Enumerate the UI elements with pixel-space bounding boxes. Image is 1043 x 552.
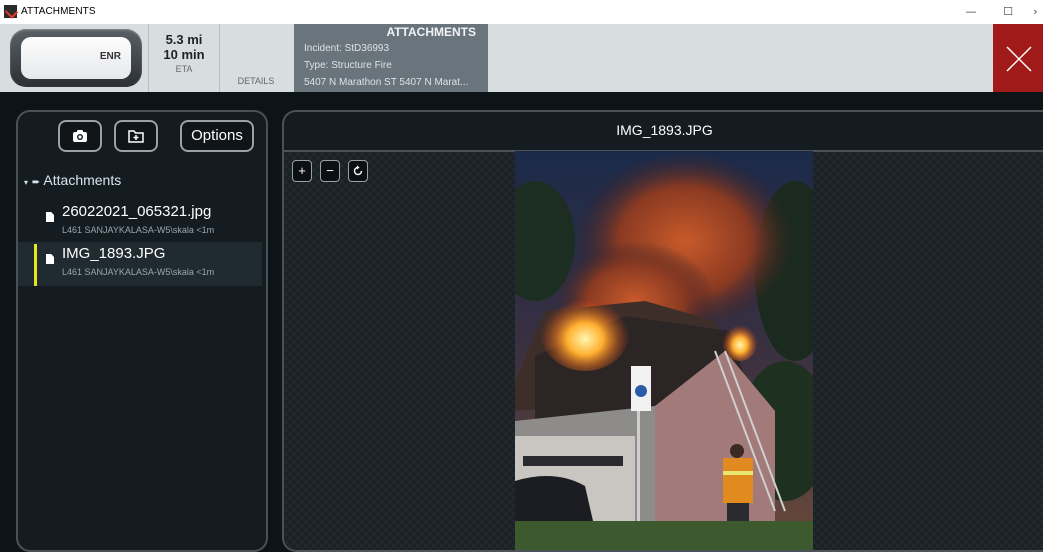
incident-number: Incident: StD36993 (304, 43, 390, 54)
attachment-name: 26022021_065321.jpg (62, 203, 212, 220)
attachment-item[interactable]: 26022021_065321.jpg L461 SANJAYKALASA-W5… (18, 200, 262, 244)
attachment-name: IMG_1893.JPG (62, 245, 166, 262)
attachment-meta: L461 SANJAYKALASA-W5\skala <1m (62, 267, 215, 277)
tree-root-attachments[interactable]: ▾ ➨ Attachments (24, 172, 121, 188)
incident-type: Type: Structure Fire (304, 60, 392, 71)
selection-indicator (34, 244, 37, 286)
attachment-photo (515, 151, 813, 550)
file-icon (46, 254, 54, 264)
maximize-button[interactable]: ☐ (998, 3, 1018, 21)
unit-header: ENR 5.3 mi 10 min ETA DETAILS ATTACHMENT… (0, 24, 1043, 92)
attachments-panel: Options ▾ ➨ Attachments 26022021_065321.… (16, 110, 268, 552)
zoom-out-button[interactable]: − (320, 160, 340, 182)
eta-label: ETA (175, 64, 193, 74)
rotate-icon (353, 165, 363, 176)
minimize-button[interactable]: — (961, 3, 981, 21)
options-button[interactable]: Options (180, 120, 254, 152)
divider (148, 24, 149, 92)
viewer-header: IMG_1893.JPG (284, 112, 1043, 152)
close-icon (1006, 46, 1032, 72)
attachment-meta: L461 SANJAYKALASA-W5\skala <1m (62, 225, 215, 235)
file-icon (46, 212, 54, 222)
expand-caret-icon: ▾ (24, 178, 29, 187)
viewer-filename: IMG_1893.JPG (616, 122, 713, 138)
rotate-button[interactable] (348, 160, 368, 182)
add-attachment-button[interactable] (114, 120, 158, 152)
unit-status-widget[interactable]: ENR (10, 29, 142, 87)
tree-root-label: Attachments (43, 172, 122, 188)
distance-value: 5.3 mi (165, 32, 203, 47)
close-button[interactable] (993, 24, 1043, 92)
eta-block: 5.3 mi 10 min ETA (150, 32, 218, 74)
divider (219, 24, 220, 92)
options-label: Options (191, 127, 243, 144)
folder-icon: ➨ (31, 177, 41, 188)
details-tab[interactable]: DETAILS (222, 76, 290, 86)
unit-status-label: ENR (99, 51, 121, 62)
incident-panel-title: ATTACHMENTS (386, 25, 476, 39)
image-viewer[interactable]: + − (284, 151, 1043, 550)
zoom-in-button[interactable]: + (292, 160, 312, 182)
app-icon (4, 5, 17, 18)
eta-value: 10 min (163, 47, 205, 62)
image-viewer-panel: IMG_1893.JPG + − (282, 110, 1043, 552)
camera-button[interactable] (58, 120, 102, 152)
add-attachment-icon (128, 130, 144, 143)
window-title: ATTACHMENTS (21, 6, 96, 17)
incident-summary[interactable]: ATTACHMENTS Incident: StD36993 Type: Str… (294, 24, 488, 92)
attachment-item-selected[interactable]: IMG_1893.JPG L461 SANJAYKALASA-W5\skala … (18, 242, 262, 286)
incident-address: 5407 N Marathon ST 5407 N Marat... (304, 77, 469, 88)
window-close-button[interactable]: › (1028, 3, 1043, 21)
unit-status-display: ENR (21, 37, 131, 79)
camera-icon (73, 130, 87, 142)
window-titlebar: ATTACHMENTS — ☐ › (0, 0, 1043, 24)
